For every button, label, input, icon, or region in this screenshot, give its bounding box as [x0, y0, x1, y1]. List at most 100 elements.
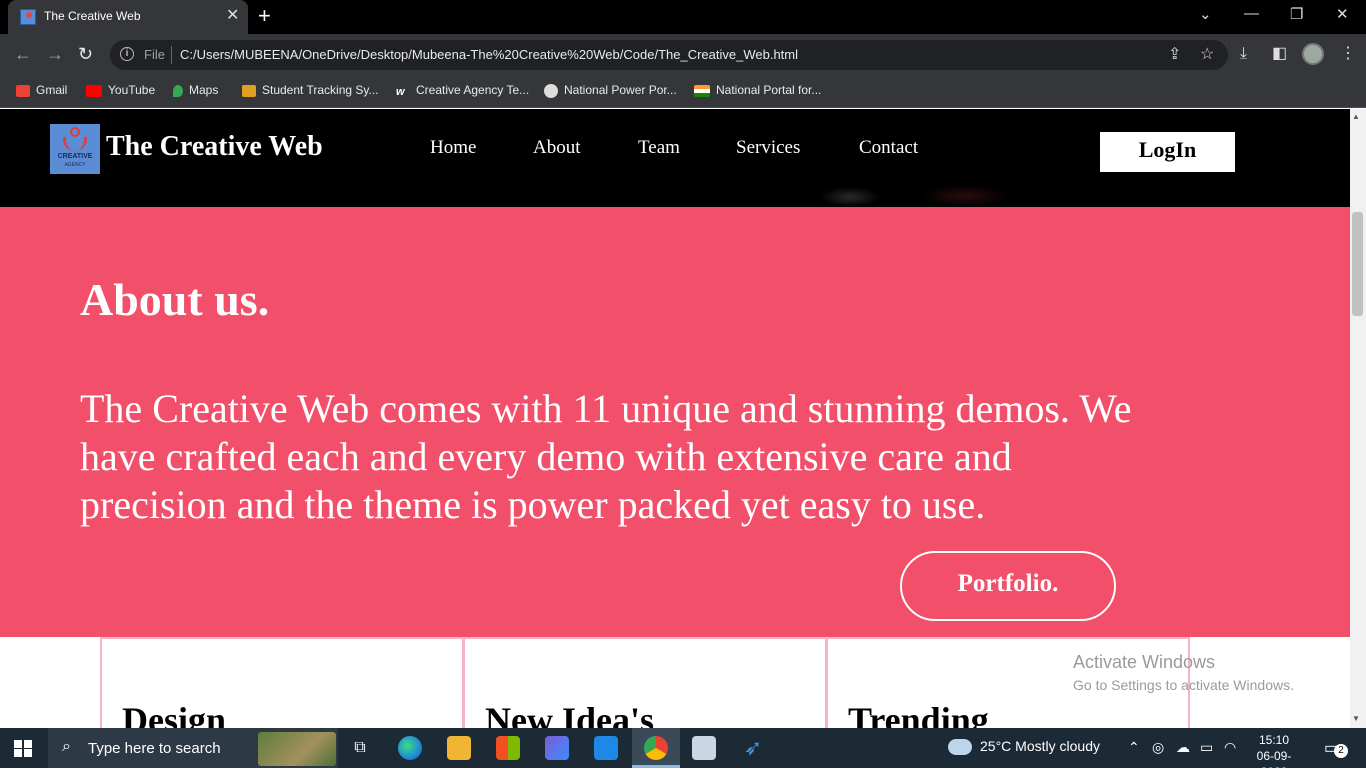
- logo-figure-body: [63, 137, 87, 151]
- weather-widget[interactable]: 25°C Mostly cloudy: [948, 738, 1100, 756]
- bookmark-creative-agency[interactable]: w Creative Agency Te...: [396, 83, 529, 101]
- microsoft-store-icon[interactable]: [496, 736, 520, 760]
- card-title: New Idea's: [485, 700, 654, 728]
- new-tab-button[interactable]: +: [258, 4, 271, 28]
- back-button[interactable]: ←: [14, 44, 32, 64]
- address-divider: [171, 46, 172, 64]
- nav-link-home[interactable]: Home: [430, 137, 476, 159]
- vscode-icon[interactable]: [594, 736, 618, 760]
- browser-tab[interactable]: The Creative Web ✕: [8, 0, 248, 34]
- bookmarks-bar: Gmail YouTube Maps Student Tracking Sy..…: [0, 76, 1366, 108]
- scroll-down-arrow-icon[interactable]: ▼: [1352, 714, 1360, 723]
- watermark-title: Activate Windows: [1073, 652, 1216, 672]
- site-favicon-icon: [20, 9, 36, 25]
- chart-icon: [242, 84, 256, 97]
- chrome-icon: [644, 736, 668, 760]
- logo-text: CREATIVE: [57, 153, 93, 160]
- chrome-taskbar-button[interactable]: [632, 728, 680, 768]
- onedrive-icon[interactable]: ☁: [1176, 739, 1190, 756]
- reload-button[interactable]: ↻: [78, 44, 93, 64]
- share-icon[interactable]: ⇪: [1168, 45, 1181, 65]
- login-button[interactable]: LogIn: [1100, 132, 1235, 172]
- scroll-up-arrow-icon[interactable]: ▲: [1352, 112, 1360, 121]
- flag-icon: [694, 84, 710, 97]
- notification-badge: 2: [1334, 744, 1348, 758]
- portfolio-button[interactable]: Portfolio.: [900, 551, 1116, 621]
- side-panel-icon[interactable]: ◧: [1272, 44, 1287, 64]
- address-bar[interactable]: i File C:/Users/MUBEENA/OneDrive/Desktop…: [110, 40, 1228, 70]
- forward-button[interactable]: →: [46, 44, 64, 64]
- search-highlight-image: [258, 732, 336, 766]
- search-placeholder: Type here to search: [88, 740, 221, 757]
- card-title: Design: [122, 700, 227, 728]
- tab-search-dropdown-icon[interactable]: ⌄: [1199, 5, 1212, 23]
- header-background-glow: [820, 187, 880, 207]
- file-scheme-label: File: [144, 47, 165, 62]
- logo-subtext: AGENCY: [64, 162, 86, 168]
- service-card-new-ideas: New Idea's: [463, 637, 827, 728]
- w-icon: w: [396, 85, 405, 98]
- logo-figure-icon: [70, 127, 80, 137]
- gmail-icon: [16, 84, 30, 97]
- weather-text: 25°C Mostly cloudy: [980, 738, 1100, 754]
- battery-icon[interactable]: ▭: [1200, 739, 1213, 756]
- wifi-icon[interactable]: ◠: [1224, 739, 1236, 756]
- minimize-window-button[interactable]: —: [1244, 5, 1259, 22]
- meet-now-icon[interactable]: ◎: [1152, 739, 1164, 756]
- task-view-icon[interactable]: ⧉: [348, 736, 372, 760]
- maximize-window-button[interactable]: ❐: [1290, 5, 1303, 23]
- menu-kebab-icon[interactable]: ⋮: [1340, 44, 1356, 64]
- nav-link-contact[interactable]: Contact: [859, 137, 918, 159]
- site-info-icon[interactable]: i: [120, 47, 134, 61]
- bookmark-national-power[interactable]: National Power Por...: [544, 83, 677, 101]
- windows-start-icon[interactable]: [14, 740, 32, 757]
- start-tile: [24, 740, 32, 748]
- bookmark-national-portal[interactable]: National Portal for...: [694, 83, 821, 101]
- weather-cloud-icon: [948, 739, 972, 756]
- nav-link-about[interactable]: About: [533, 137, 581, 159]
- nav-link-team[interactable]: Team: [638, 137, 680, 159]
- edge-browser-icon[interactable]: [398, 736, 422, 760]
- bookmark-star-icon[interactable]: ☆: [1200, 45, 1214, 65]
- show-hidden-icons-chevron-icon[interactable]: ⌃: [1128, 739, 1140, 756]
- browser-toolbar: ← → ↻ i File C:/Users/MUBEENA/OneDrive/D…: [0, 34, 1366, 76]
- app-arrow-icon[interactable]: ➶: [741, 736, 765, 760]
- file-explorer-icon[interactable]: [447, 736, 471, 760]
- site-logo[interactable]: CREATIVE AGENCY: [50, 124, 100, 174]
- copilot-icon[interactable]: [545, 736, 569, 760]
- start-tile: [24, 749, 32, 757]
- page-scrollbar[interactable]: [1350, 109, 1366, 728]
- card-title: Trending: [848, 700, 989, 728]
- close-window-button[interactable]: ✕: [1336, 5, 1349, 23]
- url-text[interactable]: C:/Users/MUBEENA/OneDrive/Desktop/Mubeen…: [180, 47, 798, 62]
- start-tile: [14, 740, 22, 748]
- bookmark-youtube[interactable]: YouTube: [86, 83, 155, 101]
- service-card-design: Design: [100, 637, 464, 728]
- search-icon: ⌕: [62, 738, 71, 755]
- site-brand-name[interactable]: The Creative Web: [106, 131, 323, 163]
- download-icon[interactable]: ⤓: [1240, 44, 1247, 64]
- profile-avatar[interactable]: [1302, 43, 1324, 65]
- windows-taskbar: ⌕ Type here to search ⧉ ➶ 25°C Mostly cl…: [0, 728, 1366, 779]
- about-title: About us.: [80, 274, 270, 325]
- about-section: About us. The Creative Web comes with 11…: [0, 207, 1350, 637]
- page-viewport: CREATIVE AGENCY The Creative Web Home Ab…: [0, 109, 1350, 728]
- image-viewer-icon[interactable]: [692, 736, 716, 760]
- nav-link-services[interactable]: Services: [736, 137, 800, 159]
- notification-center-icon[interactable]: ▭ 2: [1324, 738, 1348, 758]
- watermark-subtitle: Go to Settings to activate Windows.: [1073, 677, 1294, 693]
- header-background-glow: [920, 185, 1010, 207]
- tab-title: The Creative Web: [44, 9, 141, 23]
- clock-date: 06-09-2023: [1256, 749, 1292, 779]
- clock-time: 15:10: [1258, 733, 1290, 747]
- bookmark-student-tracking[interactable]: Student Tracking Sy...: [242, 83, 379, 101]
- bookmark-gmail[interactable]: Gmail: [16, 83, 67, 101]
- youtube-icon: [86, 84, 102, 97]
- scrollbar-thumb[interactable]: [1352, 212, 1363, 316]
- activate-windows-watermark: Activate Windows Go to Settings to activ…: [1073, 652, 1294, 693]
- bookmark-maps[interactable]: Maps: [173, 83, 218, 101]
- browser-tab-strip: The Creative Web ✕ + ⌄ — ❐ ✕: [0, 0, 1366, 34]
- close-tab-icon[interactable]: ✕: [226, 7, 239, 25]
- taskbar-search-box[interactable]: ⌕ Type here to search: [48, 728, 338, 768]
- system-clock[interactable]: 15:10 06-09-2023: [1244, 732, 1304, 780]
